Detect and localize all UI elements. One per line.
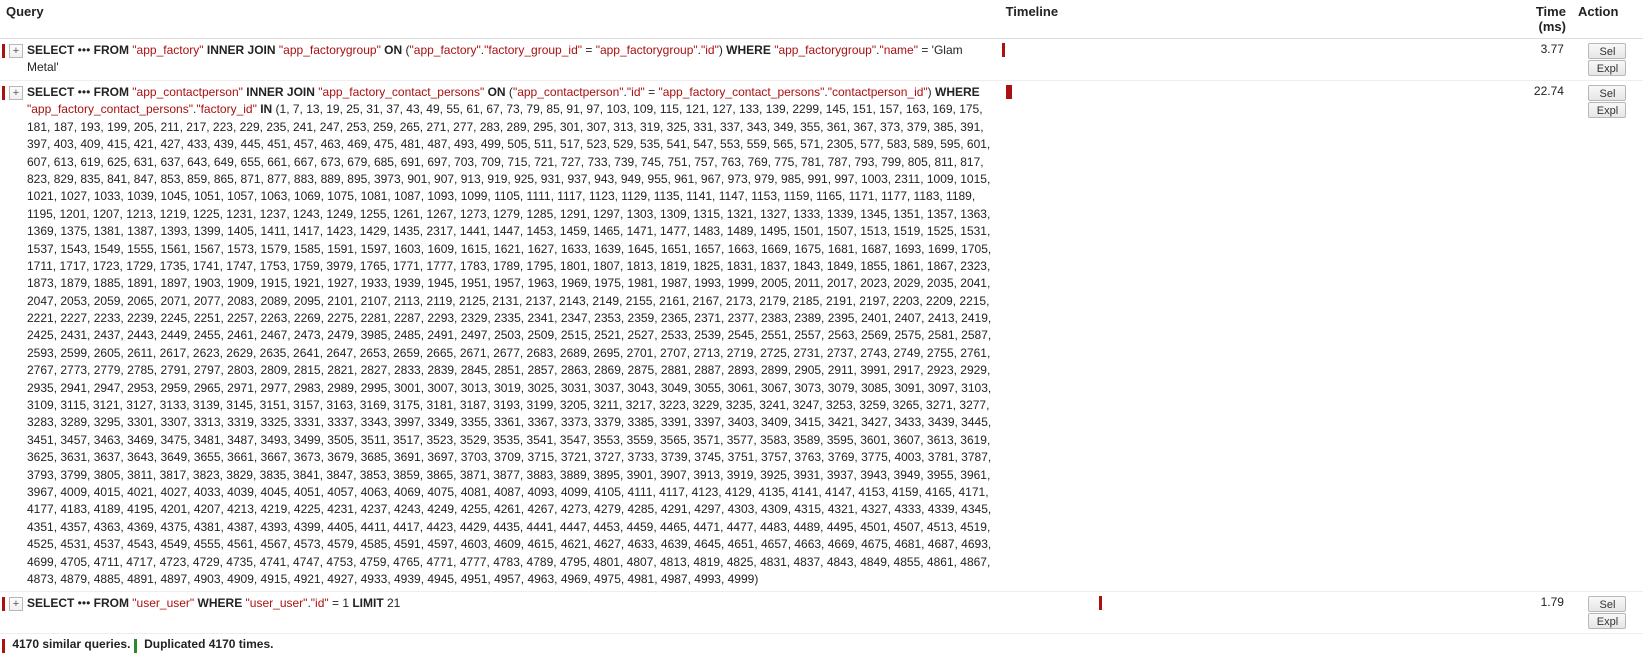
explain-button[interactable]: Expl <box>1588 102 1626 118</box>
explain-button[interactable]: Expl <box>1588 613 1626 629</box>
query-row: + SELECT ••• FROM "app_factory" INNER JOI… <box>0 39 1643 81</box>
status-tick <box>2 597 5 611</box>
query-row: + SELECT ••• FROM "app_contactperson" INN… <box>0 81 1643 592</box>
timeline-bar <box>1099 596 1101 610</box>
sql-text: SELECT ••• FROM "user_user" WHERE "user_… <box>27 595 994 612</box>
header-timeline: Timeline <box>1000 0 1499 39</box>
select-button[interactable]: Sel <box>1588 43 1626 59</box>
summary-row: 4170 similar queries. Duplicated 4170 ti… <box>0 634 1643 656</box>
query-row: + SELECT ••• FROM "user_user" WHERE "user… <box>0 592 1643 634</box>
similar-text: 4170 similar queries. <box>9 637 134 651</box>
select-button[interactable]: Sel <box>1588 85 1626 101</box>
timeline-cell <box>1000 39 1499 81</box>
query-cell: + SELECT ••• FROM "app_factory" INNER JOI… <box>0 39 1000 81</box>
timeline-cell <box>1000 592 1499 634</box>
dup-tick <box>134 639 137 653</box>
sql-queries-table: Query Timeline Time (ms) Action + SELECT … <box>0 0 1643 656</box>
similar-tick <box>2 639 5 653</box>
sql-text: SELECT ••• FROM "app_contactperson" INNE… <box>27 84 994 588</box>
time-ms: 22.74 <box>1499 81 1572 592</box>
status-tick <box>2 86 5 100</box>
explain-button[interactable]: Expl <box>1588 60 1626 76</box>
query-cell: + SELECT ••• FROM "app_contactperson" INN… <box>0 81 1000 592</box>
header-action: Action <box>1572 0 1643 39</box>
time-ms: 1.79 <box>1499 592 1572 634</box>
sql-text: SELECT ••• FROM "app_factory" INNER JOIN… <box>27 42 994 77</box>
select-button[interactable]: Sel <box>1588 596 1626 612</box>
status-tick <box>2 44 5 58</box>
header-query: Query <box>0 0 1000 39</box>
action-cell: SelExpl <box>1572 39 1643 81</box>
dup-text: Duplicated 4170 times. <box>141 637 274 651</box>
timeline-bar <box>1002 43 1005 57</box>
query-cell: + SELECT ••• FROM "user_user" WHERE "user… <box>0 592 1000 634</box>
action-cell: SelExpl <box>1572 81 1643 592</box>
expand-button[interactable]: + <box>9 44 23 58</box>
action-cell: SelExpl <box>1572 592 1643 634</box>
expand-button[interactable]: + <box>9 597 23 611</box>
expand-button[interactable]: + <box>9 86 23 100</box>
time-ms: 3.77 <box>1499 39 1572 81</box>
timeline-bar <box>1006 85 1012 99</box>
timeline-cell <box>1000 81 1499 592</box>
header-time: Time (ms) <box>1499 0 1572 39</box>
